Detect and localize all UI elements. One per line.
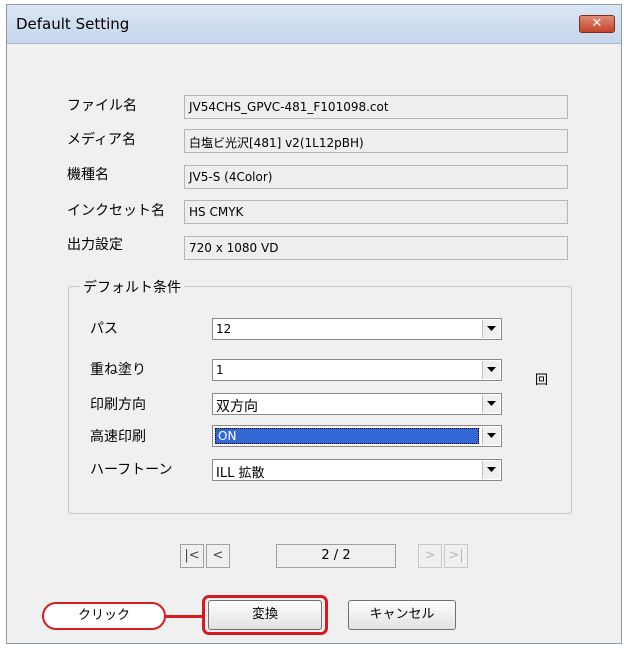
page-indicator: 2 / 2 — [276, 544, 396, 568]
high-speed-print-select[interactable]: ON — [212, 425, 502, 447]
title-bar[interactable]: Default Setting ✕ — [7, 5, 621, 44]
callout-connector — [166, 615, 202, 618]
overprint-select[interactable]: 1 — [212, 359, 502, 381]
overprint-label: 重ね塗り — [90, 362, 146, 378]
file-name-field: JV54CHS_GPVC-481_F101098.cot — [184, 95, 568, 119]
chevron-down-icon[interactable] — [482, 361, 500, 379]
inkset-name-label: インクセット名 — [67, 203, 165, 219]
chevron-down-icon[interactable] — [482, 461, 500, 479]
pass-select[interactable]: 12 — [212, 318, 502, 340]
media-name-field: 白塩ビ光沢[481] v2(1L12pBH) — [184, 129, 568, 153]
click-callout: クリック — [42, 602, 166, 630]
chevron-down-icon[interactable] — [482, 320, 500, 338]
chevron-down-icon[interactable] — [482, 395, 500, 413]
print-direction-select[interactable]: 双方向 — [212, 393, 502, 415]
pass-value: 12 — [216, 322, 232, 336]
high-speed-print-value: ON — [215, 428, 479, 444]
chevron-down-icon[interactable] — [482, 427, 500, 445]
window-title: Default Setting — [16, 15, 130, 33]
media-name-label: メディア名 — [67, 132, 137, 148]
pass-label: パス — [90, 321, 118, 337]
output-setting-label: 出力設定 — [67, 237, 123, 253]
convert-button-highlight — [202, 595, 328, 635]
model-name-field: JV5-S (4Color) — [184, 165, 568, 189]
file-name-label: ファイル名 — [67, 98, 137, 114]
print-direction-value: 双方向 — [216, 399, 258, 415]
overprint-value: 1 — [216, 363, 224, 377]
halftone-value: ILL 拡散 — [216, 466, 265, 481]
times-unit-label: 回 — [535, 373, 549, 388]
halftone-select[interactable]: ILL 拡散 — [212, 459, 502, 481]
halftone-label: ハーフトーン — [90, 462, 173, 478]
default-conditions-title: デフォルト条件 — [80, 277, 184, 297]
cancel-button[interactable]: キャンセル — [348, 600, 456, 630]
first-page-button[interactable]: |< — [180, 544, 204, 568]
prev-page-button[interactable]: < — [206, 544, 230, 568]
last-page-button[interactable]: >| — [444, 544, 468, 568]
close-button[interactable]: ✕ — [579, 15, 615, 33]
model-name-label: 機種名 — [67, 167, 109, 183]
high-speed-print-label: 高速印刷 — [90, 429, 146, 445]
print-direction-label: 印刷方向 — [90, 397, 146, 413]
next-page-button[interactable]: > — [418, 544, 442, 568]
inkset-name-field: HS CMYK — [184, 200, 568, 224]
output-setting-field: 720 x 1080 VD — [184, 236, 568, 260]
